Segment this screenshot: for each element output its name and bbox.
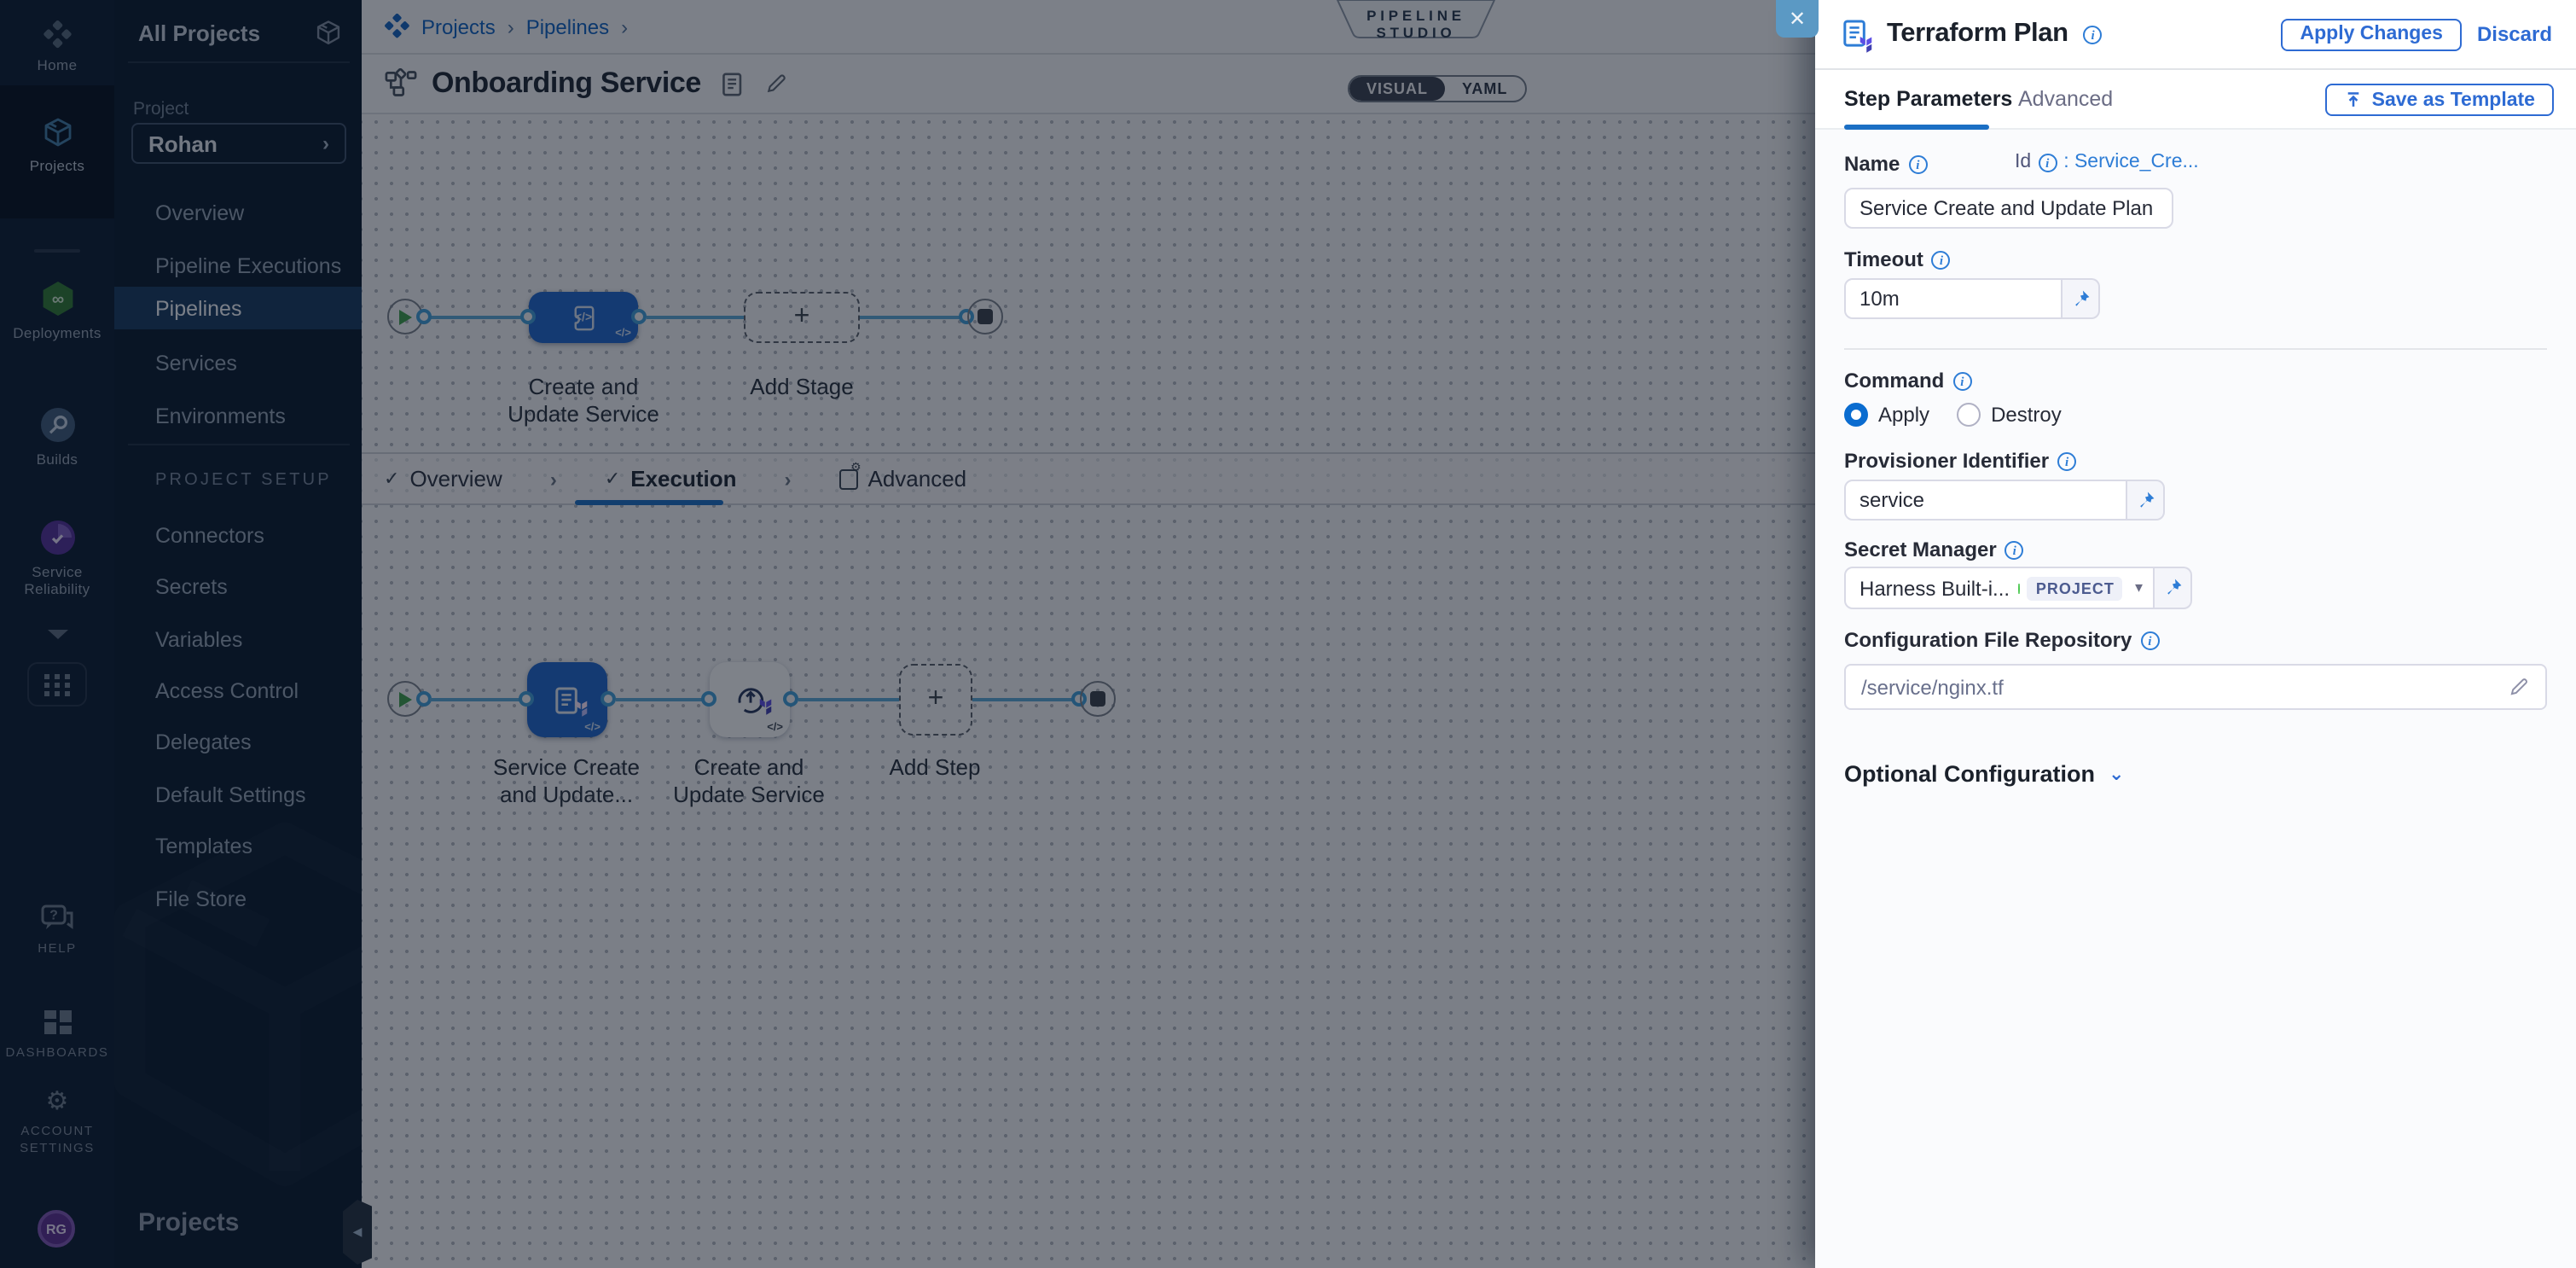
info-icon[interactable]: i [1952, 371, 1971, 390]
config-repo-field-label: Configuration File Repository i [1844, 628, 2159, 652]
field-label-text: Command [1844, 369, 1944, 393]
radio-destroy[interactable]: Destroy [1957, 403, 2062, 427]
timeout-input[interactable] [1844, 278, 2063, 319]
save-as-template-label: Save as Template [2372, 90, 2535, 110]
name-field-label: Name i [1844, 152, 1927, 176]
info-icon[interactable]: i [1908, 154, 1927, 173]
radio-label: Destroy [1991, 403, 2062, 427]
info-icon[interactable]: i [2038, 153, 2057, 172]
terraform-plan-icon [1842, 18, 1871, 50]
field-label-text: Secret Manager [1844, 538, 1997, 561]
config-file-repository-input[interactable]: /service/nginx.tf [1844, 664, 2547, 710]
field-label-text: Name [1844, 152, 1900, 176]
chevron-down-icon: ⌄ [2109, 763, 2124, 785]
id-value-link[interactable]: : Service_Cre... [2063, 152, 2199, 172]
panel-tabs: Step Parameters Advanced Save as Templat… [1815, 70, 2576, 130]
config-repo-value: /service/nginx.tf [1861, 675, 2004, 699]
optional-configuration-toggle[interactable]: Optional Configuration ⌄ [1844, 761, 2124, 787]
name-input[interactable] [1844, 188, 2173, 229]
optional-configuration-label: Optional Configuration [1844, 761, 2095, 787]
panel-header: Terraform Plan i Apply Changes Discard [1815, 0, 2576, 70]
secret-manager-input-type-button[interactable] [2155, 567, 2192, 609]
command-field-label: Command i [1844, 369, 1971, 393]
panel-title: Terraform Plan [1887, 19, 2068, 49]
radio-unselected-icon [1957, 403, 1981, 427]
provisioner-identifier-input[interactable] [1844, 480, 2127, 521]
id-label: Id [2015, 152, 2031, 172]
panel-body: Name i Id i : Service_Cre... Timeout i C… [1815, 130, 2576, 1268]
command-radio-group: Apply Destroy [1844, 403, 2062, 427]
info-icon[interactable]: i [1932, 250, 1951, 269]
radio-selected-icon [1844, 403, 1868, 427]
field-label-text: Configuration File Repository [1844, 628, 2132, 652]
pin-icon [2069, 288, 2092, 310]
info-icon[interactable]: i [2084, 25, 2103, 44]
discard-button[interactable]: Discard [2477, 22, 2552, 46]
modal-dim-overlay[interactable] [0, 0, 1815, 1268]
provisioner-input-type-button[interactable] [2127, 480, 2165, 521]
tab-step-parameters[interactable]: Step Parameters [1844, 87, 2012, 111]
chevron-down-icon: ▾ [2135, 579, 2143, 597]
radio-label: Apply [1878, 403, 1929, 427]
edit-pencil-icon[interactable] [2508, 676, 2530, 698]
tab-advanced[interactable]: Advanced [2018, 87, 2113, 111]
timeout-field-label: Timeout i [1844, 247, 1951, 271]
save-as-template-button[interactable]: Save as Template [2326, 84, 2554, 116]
field-label-text: Timeout [1844, 247, 1923, 271]
close-panel-button[interactable]: ✕ [1776, 0, 1819, 38]
secret-manager-field-label: Secret Manager i [1844, 538, 2024, 561]
section-divider [1844, 348, 2547, 350]
connector-status-dot [2018, 583, 2019, 593]
secret-manager-value: Harness Built-i... [1859, 576, 2010, 600]
info-icon[interactable]: i [2140, 631, 2159, 649]
step-config-panel: Terraform Plan i Apply Changes Discard S… [1815, 0, 2576, 1268]
info-icon[interactable]: i [2005, 540, 2024, 559]
terraform-mark-icon [1859, 35, 1875, 52]
apply-changes-button[interactable]: Apply Changes [2282, 18, 2462, 50]
provisioner-field-label: Provisioner Identifier i [1844, 449, 2076, 473]
pin-icon [2161, 577, 2184, 599]
scope-badge: PROJECT [2028, 576, 2123, 600]
secret-manager-select[interactable]: Harness Built-i... PROJECT ▾ [1844, 567, 2155, 609]
step-id-row: Id i : Service_Cre... [2015, 152, 2199, 172]
app-root: Home Projects ∞ Deployments Builds [0, 0, 2576, 1268]
info-icon[interactable]: i [2057, 451, 2076, 470]
pin-icon [2134, 489, 2156, 511]
upload-icon [2345, 90, 2364, 109]
radio-apply[interactable]: Apply [1844, 403, 1929, 427]
field-label-text: Provisioner Identifier [1844, 449, 2049, 473]
timeout-input-type-button[interactable] [2063, 278, 2100, 319]
